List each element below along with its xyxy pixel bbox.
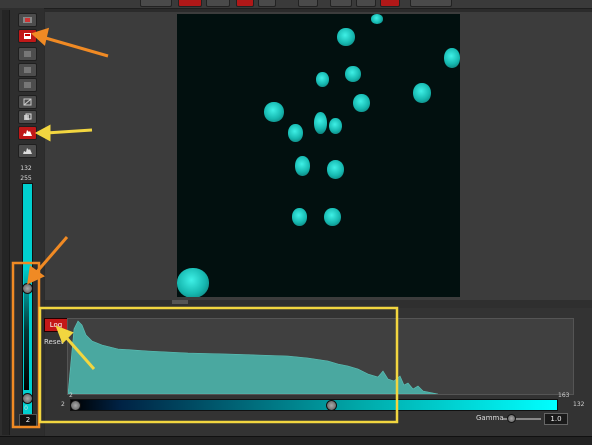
- annotation-arrow-color: [31, 27, 109, 58]
- annotation-frame-levels: [11, 261, 41, 429]
- annotation-arrow-histogram: [34, 124, 93, 142]
- annotation-overlay: [11, 27, 399, 429]
- annotation-arrow-log: [55, 325, 96, 370]
- annotation-frame-histogram: [38, 306, 399, 424]
- annotation-arrow-levels: [27, 236, 69, 285]
